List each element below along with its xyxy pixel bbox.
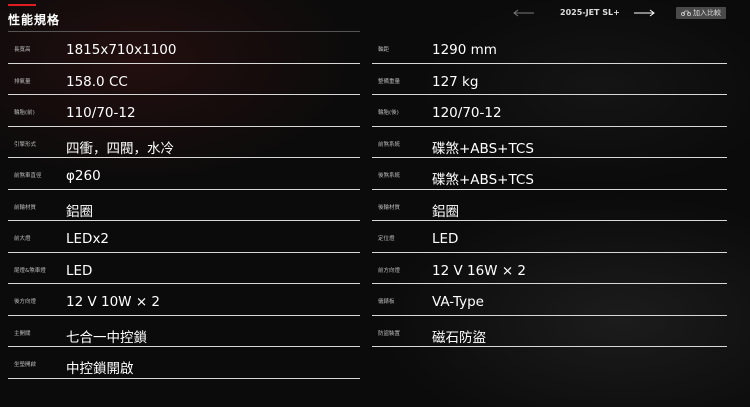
spec-row: 坐墊開啟 中控鎖開啟: [8, 347, 360, 379]
spec-label: 前方向燈: [378, 267, 401, 274]
spec-value: 中控鎖開啟: [66, 361, 134, 377]
section-title: 性能規格: [8, 13, 61, 27]
spec-row: 前大燈 LEDx2: [8, 221, 360, 253]
spec-row: 輪胎(前) 110/70-12: [8, 95, 360, 127]
spec-row: 後方向燈 12 V 10W × 2: [8, 284, 360, 316]
spec-value: VA-Type: [432, 294, 484, 310]
spec-row: 後煞系統 碟煞+ABS+TCS: [372, 158, 727, 190]
spec-row: 定位燈 LED: [372, 221, 727, 253]
spec-row: 尾燈&煞車燈 LED: [8, 253, 360, 284]
arrow-right-icon[interactable]: [632, 7, 656, 19]
spec-label: 主開關: [14, 330, 31, 337]
spec-label: 排氣量: [14, 78, 31, 85]
spec-value: LEDx2: [66, 231, 110, 247]
spec-row: 整備重量 127 kg: [372, 64, 727, 95]
spec-value: 158.0 CC: [66, 73, 128, 90]
spec-value: 七合一中控鎖: [66, 329, 147, 346]
spec-value: 碟煞+ABS+TCS: [432, 140, 534, 157]
spec-label: 後方向燈: [14, 299, 37, 305]
spec-value: 鋁圈: [66, 203, 93, 220]
spec-column-left: 長寬高 1815x710x1100 排氣量 158.0 CC 輪胎(前) 110/70…: [8, 32, 360, 379]
section-accent-bar: [8, 4, 36, 6]
spec-value: 鋁圈: [432, 203, 459, 220]
spec-row: 引擎形式 四衝，四閥，水冷: [8, 127, 360, 158]
spec-label: 坐墊開啟: [14, 362, 37, 368]
spec-value: 110/70-12: [66, 105, 136, 121]
spec-row: 前煞系統 碟煞+ABS+TCS: [372, 127, 727, 158]
spec-row: 主開關 七合一中控鎖: [8, 316, 360, 347]
spec-label: 後煞系統: [378, 173, 401, 179]
spec-label: 後輪材質: [378, 204, 401, 211]
spec-value: 12 V 10W × 2: [66, 294, 161, 310]
spec-label: 儀錶板: [378, 299, 395, 305]
spec-row: 排氣量 158.0 CC: [8, 64, 360, 95]
spec-row: 後輪材質 鋁圈: [372, 190, 727, 221]
spec-value: 127 kg: [432, 73, 479, 90]
spec-row: 長寬高 1815x710x1100: [8, 32, 360, 64]
spec-row: 防盜裝置 磁石防盜: [372, 316, 727, 347]
spec-value: 12 V 16W × 2: [432, 262, 527, 279]
motorcycle-icon: [680, 9, 692, 18]
spec-label: 引擎形式: [14, 141, 37, 148]
add-compare-label: 加入比較: [693, 9, 721, 17]
spec-row: 輪胎(後) 120/70-12: [372, 95, 727, 127]
spec-value: 120/70-12: [432, 105, 502, 121]
spec-label: 前輪材質: [14, 204, 37, 211]
spec-label: 尾燈&煞車燈: [14, 267, 46, 274]
spec-value: 碟煞+ABS+TCS: [432, 172, 534, 188]
spec-label: 輪胎(後): [378, 110, 399, 116]
spec-row: 軸距 1290 mm: [372, 32, 727, 64]
spec-value: 1290 mm: [432, 42, 497, 58]
spec-label: 軸距: [378, 47, 390, 53]
spec-label: 前煞車直徑: [14, 173, 42, 179]
spec-value: 四衝，四閥，水冷: [66, 140, 174, 157]
arrow-left-icon[interactable]: [512, 7, 536, 19]
spec-row: 儀錶板 VA-Type: [372, 284, 727, 316]
spec-value: LED: [432, 231, 459, 247]
spec-label: 長寬高: [14, 47, 31, 53]
spec-value: φ260: [66, 168, 101, 184]
spec-row: 前煞車直徑 φ260: [8, 158, 360, 190]
spec-value: 磁石防盜: [432, 329, 486, 346]
spec-label: 整備重量: [378, 78, 401, 85]
spec-value: LED: [66, 262, 93, 279]
spec-value: 1815x710x1100: [66, 42, 177, 58]
spec-label: 前大燈: [14, 236, 31, 242]
spec-label: 防盜裝置: [378, 330, 401, 337]
spec-label: 前煞系統: [378, 141, 401, 148]
add-compare-button[interactable]: 加入比較: [676, 7, 726, 19]
spec-row: 前方向燈 12 V 16W × 2: [372, 253, 727, 284]
spec-label: 定位燈: [378, 236, 395, 242]
spec-row: 前輪材質 鋁圈: [8, 190, 360, 221]
spec-column-right: 軸距 1290 mm 整備重量 127 kg 輪胎(後) 120/70-12 前煞系統…: [372, 32, 727, 347]
model-name: 2025-JET SL+: [560, 8, 620, 17]
spec-label: 輪胎(前): [14, 110, 35, 116]
